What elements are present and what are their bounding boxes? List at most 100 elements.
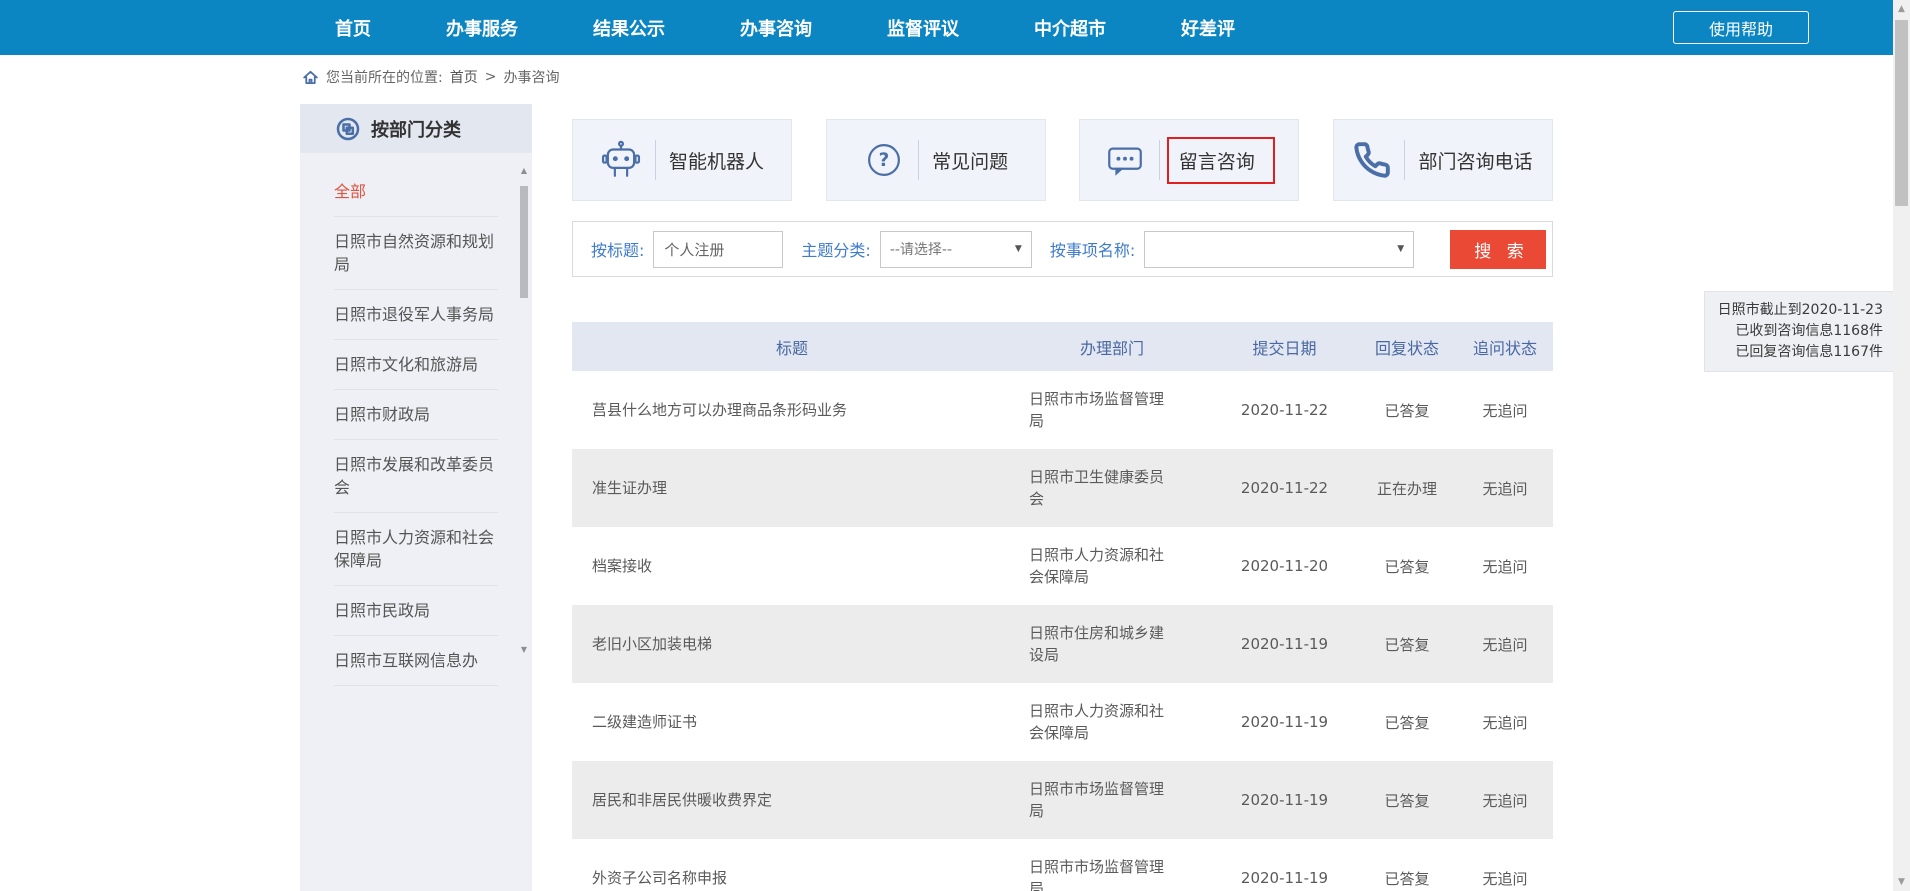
cell-title[interactable]: 准生证办理 (572, 477, 1012, 499)
nav-item[interactable]: 结果公示 (593, 15, 665, 41)
search-button[interactable]: 搜 索 (1450, 230, 1546, 269)
category-grid-icon (336, 117, 360, 141)
page-scrollbar-thumb[interactable] (1895, 20, 1908, 206)
table-row[interactable]: 居民和非居民供暖收费界定 日照市市场监督管理局 2020-11-19 已答复 无… (572, 761, 1553, 839)
cell-followup-status: 无追问 (1457, 400, 1553, 421)
cell-reply-status: 已答复 (1357, 868, 1457, 889)
category-label: 主题分类: (801, 237, 870, 261)
page-scrollbar[interactable]: ▲ ▼ (1893, 0, 1910, 891)
nav-item[interactable]: 中介超市 (1034, 15, 1106, 41)
consultation-stats-box: 日照市截止到2020-11-23已收到咨询信息1168件已回复咨询信息1167件 (1704, 291, 1894, 372)
table-row[interactable]: 档案接收 日照市人力资源和社会保障局 2020-11-20 已答复 无追问 (572, 527, 1553, 605)
breadcrumb-home-link[interactable]: 首页 (450, 67, 478, 87)
tab-message-consult[interactable]: 留言咨询 (1079, 119, 1299, 201)
tab-faq[interactable]: ? 常见问题 (826, 119, 1046, 201)
sidebar-item-department[interactable]: 日照市文化和旅游局 (334, 340, 498, 390)
tab-divider (918, 140, 919, 180)
table-header-row: 标题 办理部门 提交日期 回复状态 追问状态 (572, 322, 1553, 371)
cell-date: 2020-11-19 (1212, 791, 1357, 809)
cell-title[interactable]: 居民和非居民供暖收费界定 (572, 789, 1012, 811)
search-form: 按标题: 主题分类: --请选择-- ▼ 按事项名称: ▼ 搜 索 (572, 221, 1553, 277)
svg-text:?: ? (879, 150, 890, 171)
column-header-department: 办理部门 (1012, 335, 1212, 359)
table-row[interactable]: 外资子公司名称申报 日照市市场监督管理局 2020-11-19 已答复 无追问 (572, 839, 1553, 891)
nav-item[interactable]: 办事服务 (446, 15, 518, 41)
consultation-table: 标题 办理部门 提交日期 回复状态 追问状态 莒县什么地方可以办理商品条形码业务… (572, 322, 1553, 891)
sidebar-item-department[interactable]: 日照市人力资源和社会保障局 (334, 513, 498, 586)
stats-line: 已回复咨询信息1167件 (1715, 342, 1883, 363)
robot-icon (600, 139, 642, 181)
item-name-select[interactable]: ▼ (1144, 231, 1414, 268)
cell-followup-status: 无追问 (1457, 712, 1553, 733)
active-tab-highlight: 留言咨询 (1167, 137, 1275, 184)
sidebar-header: 按部门分类 (300, 104, 532, 153)
cell-department: 日照市人力资源和社会保障局 (1012, 544, 1212, 588)
nav-item[interactable]: 监督评议 (887, 15, 959, 41)
cell-department: 日照市住房和城乡建设局 (1012, 622, 1212, 666)
sidebar-item-department[interactable]: 日照市自然资源和规划局 (334, 217, 498, 290)
scroll-down-icon[interactable]: ▼ (1893, 877, 1910, 887)
title-search-input[interactable] (653, 231, 783, 268)
sidebar-item-department[interactable]: 日照市民政局 (334, 586, 498, 636)
cell-department: 日照市市场监督管理局 (1012, 388, 1212, 432)
sidebar-item-department[interactable]: 日照市退役军人事务局 (334, 290, 498, 340)
breadcrumb-current: 办事咨询 (503, 67, 559, 87)
message-icon (1104, 139, 1146, 181)
tab-smart-robot[interactable]: 智能机器人 (572, 119, 792, 201)
cell-followup-status: 无追问 (1457, 478, 1553, 499)
chevron-down-icon: ▼ (1397, 244, 1404, 254)
scroll-up-icon[interactable]: ▲ (518, 166, 530, 175)
tab-divider (655, 140, 656, 180)
cell-followup-status: 无追问 (1457, 790, 1553, 811)
tab-divider (1404, 140, 1405, 180)
sidebar-item-department[interactable]: 日照市财政局 (334, 390, 498, 440)
cell-title[interactable]: 莒县什么地方可以办理商品条形码业务 (572, 399, 1012, 421)
cell-date: 2020-11-19 (1212, 713, 1357, 731)
sidebar-item-department[interactable]: 日照市互联网信息办 (334, 636, 498, 686)
scroll-up-icon[interactable]: ▲ (1893, 4, 1910, 14)
breadcrumb-separator: > (485, 69, 497, 85)
nav-item[interactable]: 办事咨询 (740, 15, 812, 41)
breadcrumb: 您当前所在的位置: 首页 > 办事咨询 (302, 55, 559, 99)
cell-reply-status: 已答复 (1357, 556, 1457, 577)
table-row[interactable]: 莒县什么地方可以办理商品条形码业务 日照市市场监督管理局 2020-11-22 … (572, 371, 1553, 449)
table-row[interactable]: 老旧小区加装电梯 日照市住房和城乡建设局 2020-11-19 已答复 无追问 (572, 605, 1553, 683)
category-select[interactable]: --请选择-- ▼ (880, 231, 1032, 268)
cell-department: 日照市卫生健康委员会 (1012, 466, 1212, 510)
home-icon (302, 69, 319, 86)
table-body: 莒县什么地方可以办理商品条形码业务 日照市市场监督管理局 2020-11-22 … (572, 371, 1553, 891)
cell-title[interactable]: 档案接收 (572, 555, 1012, 577)
sidebar-scrollbar[interactable]: ▲ ▼ (518, 166, 530, 654)
cell-reply-status: 已答复 (1357, 400, 1457, 421)
nav-item[interactable]: 好差评 (1181, 15, 1235, 41)
table-row[interactable]: 二级建造师证书 日照市人力资源和社会保障局 2020-11-19 已答复 无追问 (572, 683, 1553, 761)
tab-label: 常见问题 (932, 147, 1008, 174)
sidebar-scrollbar-thumb[interactable] (520, 186, 528, 298)
tab-label: 部门咨询电话 (1418, 147, 1532, 174)
cell-title[interactable]: 老旧小区加装电梯 (572, 633, 1012, 655)
nav-item[interactable]: 首页 (335, 15, 371, 41)
department-category-list: 全部日照市自然资源和规划局日照市退役军人事务局日照市文化和旅游局日照市财政局日照… (300, 153, 532, 686)
column-header-reply-status: 回复状态 (1357, 335, 1457, 359)
cell-date: 2020-11-19 (1212, 869, 1357, 887)
scroll-down-icon[interactable]: ▼ (518, 645, 530, 654)
cell-department: 日照市市场监督管理局 (1012, 856, 1212, 891)
title-search-label: 按标题: (591, 237, 644, 261)
cell-title[interactable]: 外资子公司名称申报 (572, 867, 1012, 889)
table-row[interactable]: 准生证办理 日照市卫生健康委员会 2020-11-22 正在办理 无追问 (572, 449, 1553, 527)
stats-line: 日照市截止到2020-11-23 (1715, 300, 1883, 321)
column-header-title: 标题 (572, 335, 1012, 359)
cell-department: 日照市市场监督管理局 (1012, 778, 1212, 822)
help-button[interactable]: 使用帮助 (1673, 11, 1809, 44)
sidebar-item-department[interactable]: 全部 (334, 167, 498, 217)
cell-title[interactable]: 二级建造师证书 (572, 711, 1012, 733)
category-select-value: --请选择-- (890, 239, 952, 259)
cell-reply-status: 已答复 (1357, 634, 1457, 655)
page: 首页办事服务结果公示办事咨询监督评议中介超市好差评 使用帮助 您当前所在的位置:… (0, 0, 1910, 891)
cell-reply-status: 正在办理 (1357, 478, 1457, 499)
cell-reply-status: 已答复 (1357, 712, 1457, 733)
cell-date: 2020-11-19 (1212, 635, 1357, 653)
sidebar-item-department[interactable]: 日照市发展和改革委员会 (334, 440, 498, 513)
tab-department-phone[interactable]: 部门咨询电话 (1333, 119, 1553, 201)
tab-divider (1159, 140, 1160, 180)
